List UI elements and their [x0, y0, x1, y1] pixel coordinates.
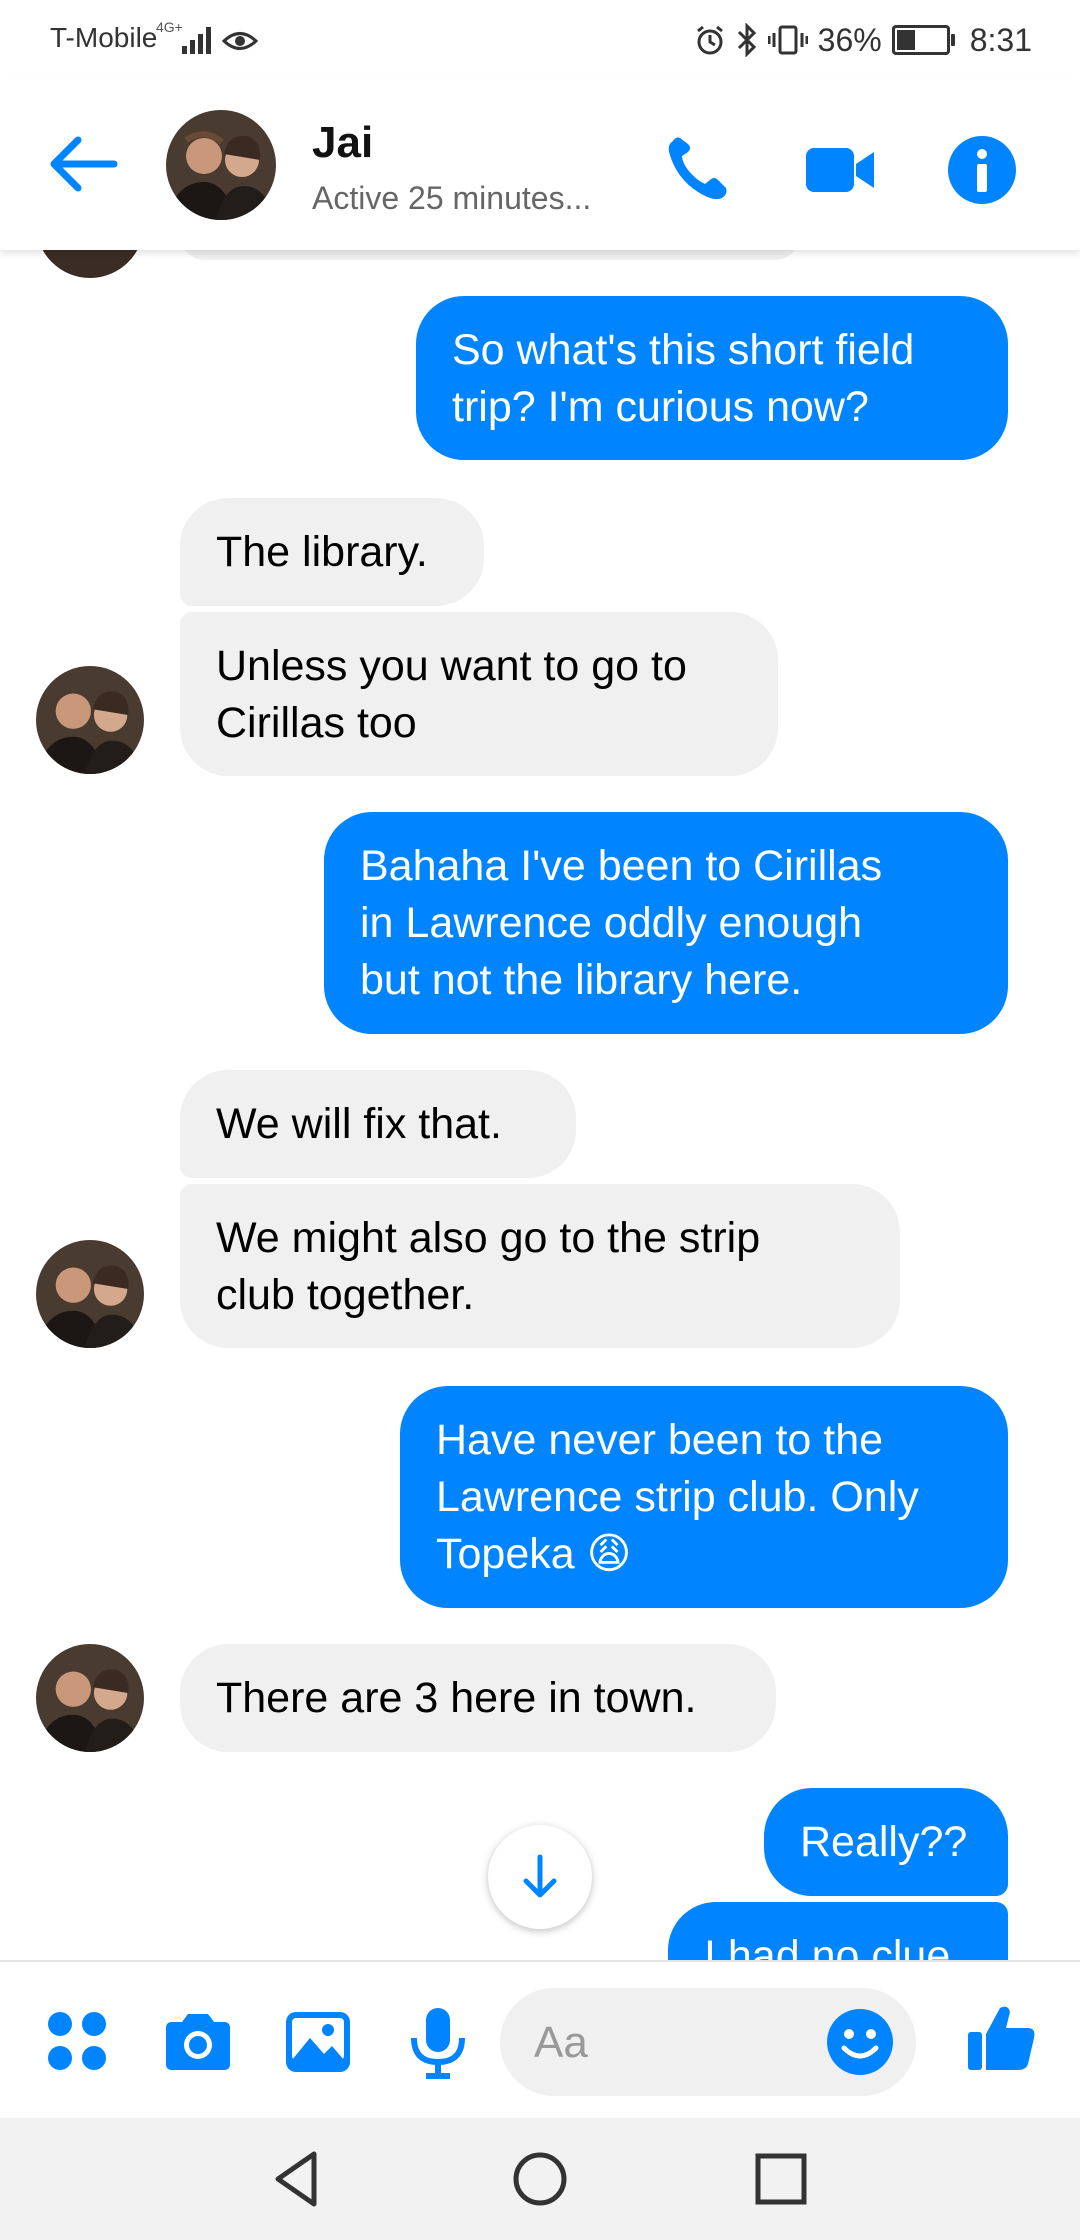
contact-avatar[interactable] [166, 110, 276, 220]
status-right-group: 36% 8:31 [694, 20, 1032, 60]
message-bubble-sent[interactable]: Really?? [764, 1788, 1008, 1896]
system-navigation-bar [0, 2118, 1080, 2240]
message-bubble-received[interactable]: We might also go to the strip club toget… [180, 1184, 900, 1348]
home-circle-icon[interactable] [507, 2146, 573, 2212]
message-bubble-received[interactable]: Unless you want to go to Cirillas too [180, 612, 778, 776]
contact-name[interactable]: Jai [312, 118, 373, 168]
message-input[interactable]: Aa [500, 1988, 916, 2096]
info-icon[interactable] [942, 130, 1022, 210]
message-composer: Aa [0, 1960, 1080, 2118]
smiley-icon[interactable] [824, 2006, 896, 2078]
message-thread[interactable]: So what's this short field trip? I'm cur… [0, 250, 1080, 1960]
camera-icon[interactable] [158, 2002, 238, 2082]
message-input-placeholder: Aa [534, 2018, 588, 2067]
network-type-label: 4G+ [156, 19, 183, 35]
message-bubble-received[interactable]: The library. [180, 498, 484, 606]
microphone-icon[interactable] [398, 2002, 478, 2082]
avatar-image [36, 666, 144, 774]
status-bar: T-Mobile 4G+ 36% 8:31 [0, 0, 1080, 80]
eye-icon [222, 32, 258, 50]
contact-avatar-small[interactable] [36, 666, 144, 774]
message-bubble-received[interactable]: We will fix that. [180, 1070, 576, 1178]
battery-icon [891, 25, 955, 55]
conversation-header: Jai Active 25 minutes... [0, 80, 1080, 250]
message-bubble-sent[interactable]: Have never been to the Lawrence strip cl… [400, 1386, 1008, 1608]
arrow-down-icon [523, 1854, 557, 1898]
message-bubble-received[interactable]: There are 3 here in town. [180, 1644, 776, 1752]
four-dots-icon[interactable] [38, 2002, 118, 2082]
partial-message-bubble [180, 250, 800, 260]
back-triangle-icon[interactable] [266, 2146, 332, 2212]
message-bubble-sent[interactable]: Bahaha I've been to Cirillas in Lawrence… [324, 812, 1008, 1034]
alarm-icon [696, 25, 723, 55]
clock: 8:31 [969, 21, 1032, 58]
avatar-image [36, 1240, 144, 1348]
recents-square-icon[interactable] [748, 2146, 814, 2212]
contact-avatar-small[interactable] [36, 1240, 144, 1348]
contact-status: Active 25 minutes... [312, 180, 592, 216]
signal-icon [182, 27, 211, 54]
arrow-left-icon[interactable] [44, 132, 120, 196]
video-camera-icon[interactable] [800, 130, 880, 210]
avatar-image [166, 110, 276, 220]
avatar-image [36, 1644, 144, 1752]
partial-avatar [36, 250, 144, 278]
battery-percent: 36% [817, 21, 882, 58]
message-bubble-sent[interactable]: So what's this short field trip? I'm cur… [416, 296, 1008, 460]
vibrate-icon [767, 25, 808, 55]
thumbs-up-icon[interactable] [962, 1998, 1042, 2078]
scroll-to-bottom-button[interactable] [488, 1825, 592, 1929]
carrier-label: T-Mobile [50, 22, 158, 53]
message-bubble-sent[interactable]: I had no clue [668, 1902, 1008, 1960]
bluetooth-icon [737, 23, 756, 57]
contact-avatar-small[interactable] [36, 1644, 144, 1752]
image-icon[interactable] [278, 2002, 358, 2082]
phone-icon[interactable] [658, 130, 738, 210]
